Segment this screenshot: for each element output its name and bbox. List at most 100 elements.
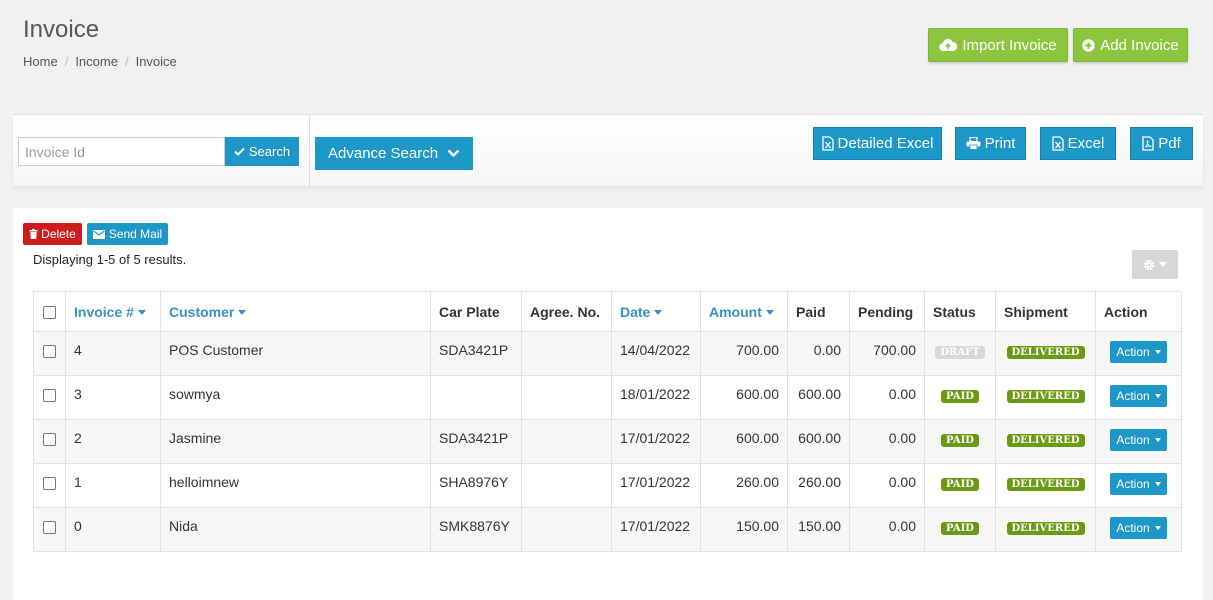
car-plate-cell: SDA3421P	[430, 419, 522, 464]
row-action-button[interactable]: Action	[1110, 385, 1167, 407]
row-action-button[interactable]: Action	[1110, 341, 1167, 363]
row-action-label: Action	[1116, 345, 1150, 359]
status-cell: PAID	[924, 507, 996, 552]
amount-cell: 260.00	[700, 463, 788, 508]
search-label: Search	[248, 144, 291, 159]
row-checkbox[interactable]	[43, 432, 56, 446]
pdf-button[interactable]: Pdf	[1130, 127, 1193, 160]
invoice-number-cell: 3	[65, 375, 161, 420]
paid-cell: 150.00	[787, 507, 850, 552]
caret-down-icon	[1154, 350, 1161, 354]
date-cell: 17/01/2022	[611, 419, 701, 464]
status-badge: PAID	[941, 478, 979, 491]
table-header-row: Invoice # Customer Car Plate Agree. No. …	[33, 291, 1182, 332]
date-cell: 18/01/2022	[611, 375, 701, 420]
col-pending: Pending	[849, 291, 925, 332]
col-invoice-number[interactable]: Invoice #	[65, 291, 161, 332]
caret-down-icon	[1154, 526, 1161, 530]
pending-cell: 0.00	[849, 507, 925, 552]
breadcrumb: Home / Income / Invoice	[23, 54, 177, 69]
trash-icon	[29, 229, 38, 239]
row-action-label: Action	[1116, 477, 1150, 491]
excel-label: Excel	[1067, 135, 1105, 152]
table-row: 2 Jasmine SDA3421P 17/01/2022 600.00 600…	[33, 419, 1182, 464]
pending-cell: 0.00	[849, 419, 925, 464]
import-invoice-label: Import Invoice	[962, 36, 1057, 54]
col-date[interactable]: Date	[611, 291, 701, 332]
add-invoice-label: Add Invoice	[1100, 36, 1179, 54]
print-label: Print	[984, 135, 1016, 152]
car-plate-cell: SHA8976Y	[430, 463, 522, 508]
excel-file-icon	[821, 136, 834, 151]
col-shipment: Shipment	[995, 291, 1096, 332]
row-checkbox[interactable]	[43, 388, 56, 402]
cloud-upload-icon	[939, 38, 958, 52]
row-checkbox[interactable]	[43, 476, 56, 490]
shipment-cell: DELIVERED	[995, 331, 1096, 376]
date-cell: 17/01/2022	[611, 507, 701, 552]
invoice-number-cell: 0	[65, 507, 161, 552]
amount-cell: 700.00	[700, 331, 788, 376]
row-action-button[interactable]: Action	[1110, 473, 1167, 495]
customer-cell: helloimnew	[160, 463, 431, 508]
car-plate-cell: SMK8876Y	[430, 507, 522, 552]
select-all-cell	[33, 291, 66, 332]
sort-caret-icon	[137, 310, 146, 316]
printer-icon	[966, 137, 981, 150]
col-paid: Paid	[787, 291, 850, 332]
advance-search-label: Advance Search	[328, 145, 439, 162]
import-invoice-button[interactable]: Import Invoice	[928, 28, 1068, 62]
breadcrumb-invoice: Invoice	[135, 54, 177, 69]
advance-search-button[interactable]: Advance Search	[315, 137, 473, 170]
table-row: 1 helloimnew SHA8976Y 17/01/2022 260.00 …	[33, 463, 1182, 508]
amount-cell: 600.00	[700, 419, 788, 464]
detailed-excel-button[interactable]: Detailed Excel	[813, 127, 942, 160]
shipment-badge: DELIVERED	[1006, 478, 1085, 491]
toolbar-divider	[309, 115, 310, 187]
col-amount[interactable]: Amount	[700, 291, 788, 332]
row-checkbox[interactable]	[43, 344, 56, 358]
pdf-file-icon	[1142, 136, 1154, 151]
select-all-checkbox[interactable]	[43, 306, 56, 320]
delete-button[interactable]: Delete	[23, 223, 82, 245]
customer-cell: Nida	[160, 507, 431, 552]
status-cell: PAID	[924, 419, 996, 464]
page-title: Invoice	[23, 16, 100, 43]
action-cell: Action	[1095, 463, 1182, 508]
date-cell: 17/01/2022	[611, 463, 701, 508]
breadcrumb-income[interactable]: Income	[75, 54, 118, 69]
sort-caret-icon	[765, 310, 774, 316]
add-invoice-button[interactable]: Add Invoice	[1073, 28, 1188, 62]
pending-cell: 0.00	[849, 463, 925, 508]
send-mail-button[interactable]: Send Mail	[87, 223, 168, 245]
caret-down-icon	[1154, 438, 1161, 442]
amount-cell: 150.00	[700, 507, 788, 552]
print-button[interactable]: Print	[955, 127, 1026, 160]
invoice-number-cell: 1	[65, 463, 161, 508]
paid-cell: 600.00	[787, 419, 850, 464]
pending-cell: 700.00	[849, 331, 925, 376]
action-cell: Action	[1095, 419, 1182, 464]
table-row: 3 sowmya 18/01/2022 600.00 600.00 0.00 P…	[33, 375, 1182, 420]
search-toolbar: Search Advance Search Detailed Excel Pri…	[13, 114, 1203, 187]
col-customer[interactable]: Customer	[160, 291, 431, 332]
customer-cell: Jasmine	[160, 419, 431, 464]
row-action-button[interactable]: Action	[1110, 517, 1167, 539]
row-action-label: Action	[1116, 521, 1150, 535]
shipment-badge: DELIVERED	[1006, 390, 1085, 403]
breadcrumb-home[interactable]: Home	[23, 54, 58, 69]
paid-cell: 260.00	[787, 463, 850, 508]
car-plate-cell: SDA3421P	[430, 331, 522, 376]
paid-cell: 0.00	[787, 331, 850, 376]
row-action-button[interactable]: Action	[1110, 429, 1167, 451]
row-checkbox[interactable]	[43, 520, 56, 534]
search-button[interactable]: Search	[225, 137, 299, 166]
invoice-id-input[interactable]	[18, 137, 225, 166]
column-settings-button[interactable]	[1132, 250, 1178, 279]
invoice-table: Invoice # Customer Car Plate Agree. No. …	[33, 291, 1182, 552]
amount-cell: 600.00	[700, 375, 788, 420]
excel-button[interactable]: Excel	[1040, 127, 1116, 160]
col-agree-no: Agree. No.	[521, 291, 612, 332]
status-cell: PAID	[924, 375, 996, 420]
shipment-cell: DELIVERED	[995, 463, 1096, 508]
